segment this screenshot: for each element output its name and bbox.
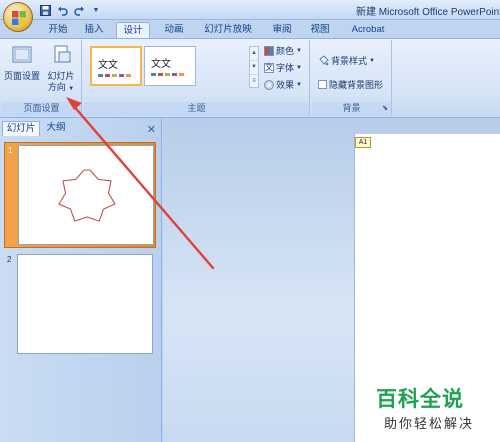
paint-bucket-icon [319,55,329,66]
background-styles-label: 背景样式 [331,56,368,66]
slide-number: 1 [8,146,13,155]
slide-preview [18,145,154,245]
tab-review[interactable]: 审阅 [264,22,300,38]
theme-thumb-text: 文文 [151,59,171,70]
chevron-down-icon: ▼ [296,64,302,71]
tab-view[interactable]: 视图 [302,22,338,38]
themes-group: 文文 文文 ▲ ▼ ≡ 颜色 ▼ 文 字体 ▼ 效果 ▼ 主题 [84,40,310,116]
tab-outline[interactable]: 大纲 [42,121,70,136]
slide-preview [17,254,153,354]
tab-slides[interactable]: 幻灯片 [2,121,40,136]
page-setup-group: 页面设置 幻灯片 方向 ▼ 页面设置 [2,40,82,116]
close-icon[interactable]: ✕ [147,123,156,136]
hide-background-graphics-checkbox[interactable]: 隐藏背景图形 [318,78,383,91]
theme-colors-icon [264,45,274,56]
star-shape-icon [58,169,116,222]
ribbon: 页面设置 幻灯片 方向 ▼ 页面设置 文文 文文 ▲ ▼ ≡ 颜色 ▼ 文 字体… [0,38,500,118]
slide-thumbnail-1[interactable]: 1 [4,142,156,248]
background-styles-button[interactable]: 背景样式 ▼ [318,54,375,67]
background-group-label: 背景 ⬊ [312,102,391,115]
theme-thumb-2[interactable]: 文文 [144,46,196,86]
window-title: 新建 Microsoft Office PowerPoint [356,7,500,18]
chevron-down-icon: ▼ [296,47,302,54]
gallery-more-icon[interactable]: ≡ [250,75,258,89]
slide-orientation-button[interactable]: 幻灯片 方向 ▼ [44,44,78,95]
theme-fonts-label: 字体 [276,63,295,73]
chevron-down-icon: ▼ [296,81,302,88]
checkbox-icon [318,80,327,89]
scroll-down-icon[interactable]: ▼ [250,61,258,75]
qat-dropdown-icon[interactable]: ▼ [89,4,103,17]
chevron-down-icon: ▼ [369,57,375,64]
slide-orientation-label-1: 幻灯片 [47,71,75,81]
watermark-subtitle: 助你轻松解决 [384,416,475,431]
office-button[interactable] [3,2,33,32]
tab-home[interactable]: 开始 [40,22,76,38]
tab-design[interactable]: 设计 [116,22,150,38]
page-setup-button[interactable]: 页面设置 [4,44,40,82]
background-group: 背景样式 ▼ 隐藏背景图形 背景 ⬊ [312,40,392,116]
theme-colors-label: 颜色 [276,46,295,56]
tab-acrobat[interactable]: Acrobat [344,22,392,38]
pane-tabs: 幻灯片 大纲 ✕ [0,120,162,136]
theme-fonts-button[interactable]: 文 字体 ▼ [264,61,302,74]
save-icon[interactable] [38,4,52,17]
scroll-up-icon[interactable]: ▲ [250,47,258,61]
slide-orientation-icon [54,45,71,63]
slide-orientation-label-2: 方向 ▼ [47,82,75,92]
placeholder-tag: A1 [355,137,371,148]
theme-effects-icon [264,79,274,90]
dialog-launcher-icon[interactable]: ⬊ [382,102,388,115]
slide-thumbnail-2[interactable]: 2 [4,252,156,358]
watermark-title: 百科全说 [376,388,464,411]
theme-thumb-text: 文文 [98,60,118,71]
chevron-down-icon: ▼ [68,86,75,92]
theme-fonts-icon: 文 [264,62,274,73]
redo-icon[interactable] [72,4,86,17]
tab-slideshow[interactable]: 幻灯片放映 [198,22,258,38]
slide-number: 2 [7,255,12,264]
tab-insert[interactable]: 插入 [76,22,112,38]
page-setup-label: 页面设置 [4,71,41,81]
ribbon-tabs: 开始 插入 设计 动画 幻灯片放映 审阅 视图 Acrobat [0,20,500,38]
office-logo-icon [12,11,26,25]
undo-icon[interactable] [55,4,69,17]
theme-effects-button[interactable]: 效果 ▼ [264,78,302,91]
themes-group-label: 主题 [84,102,309,115]
theme-color-bars [98,74,131,77]
watermark: 百科全说 助你轻松解决 [370,383,496,441]
title-bar: ▼ 新建 Microsoft Office PowerPoint [0,0,500,20]
theme-color-bars [151,73,184,76]
theme-gallery-scroll[interactable]: ▲ ▼ ≡ [249,46,259,88]
slides-pane: 幻灯片 大纲 ✕ 1 2 [0,118,162,442]
page-setup-icon [12,46,32,63]
quick-access-toolbar: ▼ [38,3,103,17]
hide-background-graphics-label: 隐藏背景图形 [329,80,384,90]
tab-animations[interactable]: 动画 [156,22,192,38]
theme-colors-button[interactable]: 颜色 ▼ [264,44,302,57]
theme-thumb-office[interactable]: 文文 [90,46,142,86]
theme-effects-label: 效果 [276,80,295,90]
page-setup-group-label: 页面设置 [2,102,81,115]
